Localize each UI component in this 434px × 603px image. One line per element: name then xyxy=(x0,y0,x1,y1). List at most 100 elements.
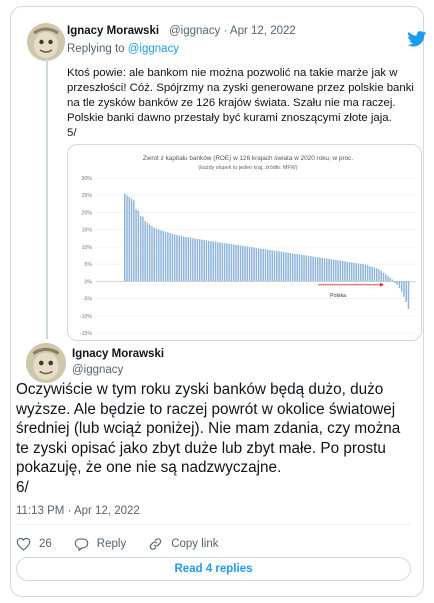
chart-bar xyxy=(396,281,398,285)
chart-bar xyxy=(280,251,283,282)
chart-bar xyxy=(316,257,319,282)
reply-tweet-text: Ktoś powie: ale bankom nie można pozwoli… xyxy=(67,66,417,141)
chart-bar xyxy=(276,251,278,282)
author-handle[interactable]: @iggnacy xyxy=(72,364,123,376)
chart-bar xyxy=(251,247,253,282)
heart-icon xyxy=(16,537,31,551)
read-replies-button[interactable]: Read 4 replies xyxy=(16,557,411,581)
chart-bar xyxy=(385,274,387,282)
like-button[interactable]: 26 xyxy=(16,537,52,551)
chart-bar xyxy=(198,239,201,282)
avatar[interactable] xyxy=(27,23,65,61)
y-tick-label: -5% xyxy=(83,297,93,303)
replying-to-label: Replying to xyxy=(67,43,125,55)
chart-bar xyxy=(235,244,237,282)
copy-link-button[interactable]: Copy link xyxy=(148,537,219,551)
chart-bar xyxy=(180,235,183,282)
chart-subtitle: (każdy słupek to jeden kraj, źródło: MFW… xyxy=(198,165,297,171)
chart-bar xyxy=(380,271,382,282)
chart-bar xyxy=(273,250,276,282)
chart-bar xyxy=(217,242,219,282)
chart-bar xyxy=(221,242,224,282)
chart-bar xyxy=(350,262,353,282)
chart-bar xyxy=(162,231,165,282)
chart-bar xyxy=(312,256,314,282)
chart-bar xyxy=(237,245,239,282)
chart-bar xyxy=(353,262,355,282)
author-name[interactable]: Ignacy Morawski xyxy=(67,25,159,37)
text-line: Ktoś powie: ale bankom nie można pozwoli… xyxy=(67,67,398,79)
chart-bar xyxy=(167,232,169,282)
text-line: 5/ xyxy=(67,127,77,139)
chart-bar xyxy=(228,243,230,282)
chart-bar xyxy=(366,265,369,282)
chart-bar xyxy=(203,240,205,282)
chart-bar xyxy=(407,281,410,309)
tweet-date[interactable]: Apr 12, 2022 xyxy=(230,25,296,37)
chart-bar xyxy=(373,267,376,282)
chart-bar xyxy=(246,246,249,282)
chart-bar xyxy=(185,236,187,282)
avatar-image xyxy=(26,343,66,383)
chart-image[interactable]: Zwrot z kapitału banków (ROE) w 126 kraj… xyxy=(67,144,422,341)
chart-bar xyxy=(287,252,289,282)
text-line: pokazuję, że one nie są nadzwyczajne. xyxy=(16,459,282,476)
chart-bar xyxy=(178,235,180,282)
chart-bar xyxy=(257,248,260,282)
chart-bar xyxy=(139,215,142,282)
chart-bar xyxy=(232,244,235,282)
text-line: przeszłości! Cóż. Spójrzmy na zyski gene… xyxy=(67,82,414,94)
chart-bar xyxy=(382,272,385,282)
chart-bar xyxy=(205,240,208,282)
chart-bar xyxy=(183,236,185,282)
highlight-label: Polska xyxy=(330,293,346,299)
replying-to-handle[interactable]: @iggnacy xyxy=(128,43,179,55)
reply-button[interactable]: Reply xyxy=(74,537,126,551)
chart-bar xyxy=(173,234,176,282)
chart-bar xyxy=(151,226,153,282)
y-tick-label: 25% xyxy=(82,193,93,199)
chart-bar xyxy=(160,230,162,282)
chart-bar xyxy=(144,221,146,282)
chart-bar xyxy=(126,195,128,282)
chart-bar xyxy=(242,245,244,282)
y-tick-label: 20% xyxy=(82,210,93,216)
chart-bar xyxy=(355,263,357,282)
text-line: wyższe. Ale będzie to raczej powrót w ok… xyxy=(16,400,396,418)
author-handle[interactable]: @iggnacy xyxy=(169,25,220,37)
chart-bar xyxy=(278,251,280,282)
chart-title: Zwrot z kapitału banków (ROE) w 126 kraj… xyxy=(143,155,353,162)
chart-bar xyxy=(360,263,362,282)
chart-bar xyxy=(389,277,392,282)
chart-bar xyxy=(253,247,255,282)
text-line: 6/ xyxy=(16,478,29,496)
separator-dot: · xyxy=(223,25,228,37)
chart-bar xyxy=(398,281,401,289)
chart-bar xyxy=(169,233,171,282)
chart-bar xyxy=(262,248,264,282)
chart-bar xyxy=(303,255,305,282)
thread-line xyxy=(46,59,48,339)
reply-icon xyxy=(74,538,89,551)
chart-bar xyxy=(207,240,210,282)
text-line: średniej (lub wciąż poniżej). Nie mam zd… xyxy=(16,420,401,437)
chart-bar xyxy=(148,224,151,282)
chart-bar xyxy=(128,196,131,282)
chart-bar xyxy=(164,231,167,282)
chart-bar xyxy=(319,257,321,282)
chart-bar xyxy=(187,237,190,282)
chart-bar xyxy=(223,243,226,282)
chart-bar xyxy=(375,268,378,282)
chart-bar xyxy=(296,254,298,282)
tweet-timestamp[interactable]: 11:13 PM · Apr 12, 2022 xyxy=(16,505,140,517)
chart-bar xyxy=(285,252,287,282)
chart-bar xyxy=(137,210,140,282)
chart-bar xyxy=(135,209,137,282)
highlight-arrowhead xyxy=(380,282,384,287)
main-tweet-text: Oczywiście w tym roku zyski banków będą … xyxy=(16,380,411,497)
chart-bar xyxy=(230,244,233,282)
avatar[interactable] xyxy=(26,343,66,383)
twitter-bird-icon[interactable] xyxy=(407,31,427,47)
author-name[interactable]: Ignacy Morawski xyxy=(72,348,164,360)
chart-bar xyxy=(146,222,149,282)
